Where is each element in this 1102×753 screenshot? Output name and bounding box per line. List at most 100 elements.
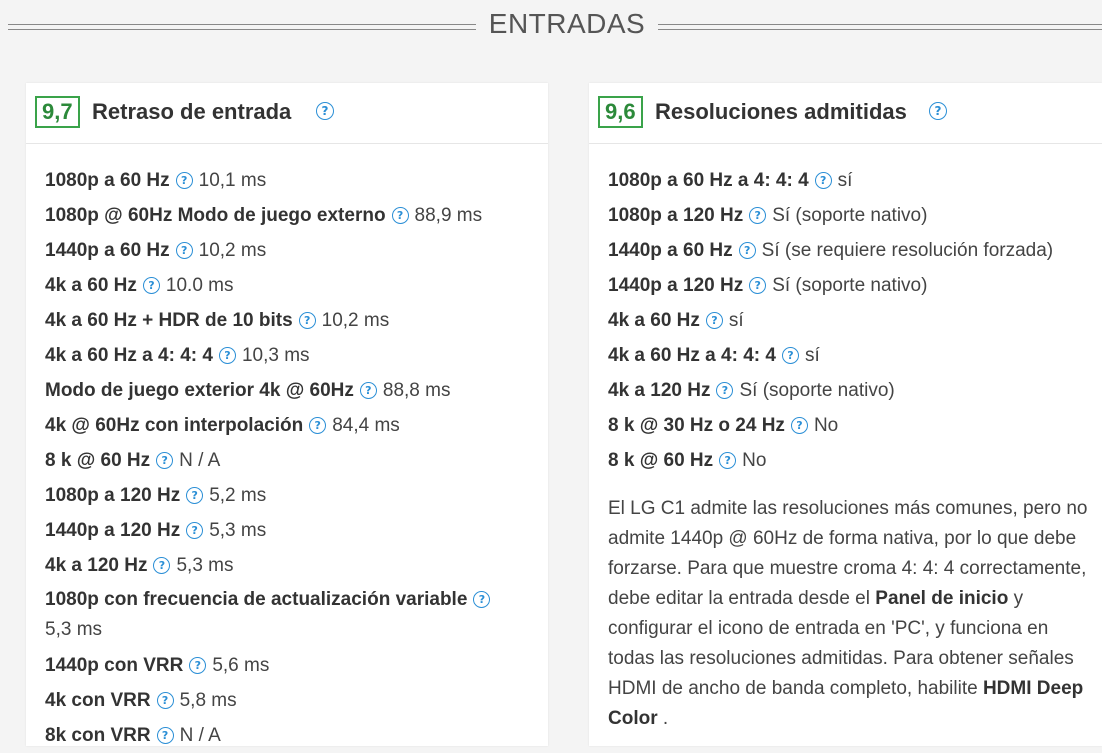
help-icon[interactable]: ? [309,417,327,434]
row-value: 5,8 ms [179,690,237,711]
card-title: Retraso de entrada [92,99,292,124]
help-icon[interactable]: ? [705,312,723,329]
help-icon[interactable]: ? [186,522,204,539]
help-icon[interactable]: ? [175,242,193,259]
list-item: 1080p con frecuencia de actualización va… [45,583,538,648]
row-label: 1440p con VRR [45,655,184,676]
help-icon[interactable]: ? [298,312,316,329]
list-item: 4k a 60 Hz? sí [608,303,1092,338]
row-label: 1080p @ 60Hz Modo de juego externo [45,205,386,226]
help-icon[interactable]: ? [359,382,377,399]
list-item: 4k @ 60Hz con interpolación? 84,4 ms [45,408,538,443]
row-value: 10,2 ms [321,310,390,331]
help-icon[interactable]: ? [719,452,737,469]
row-label: 1080p a 60 Hz a 4: 4: 4 [608,170,809,191]
row-label: 1080p a 120 Hz [45,485,181,506]
help-icon[interactable]: ? [156,727,174,744]
card-header: 9,7 Retraso de entrada ? [26,83,548,144]
row-value: Sí (soporte nativo) [772,205,928,226]
list-item: 1440p a 120 Hz? Sí (soporte nativo) [608,268,1092,303]
list-item: 1080p a 120 Hz? Sí (soporte nativo) [608,198,1092,233]
help-icon[interactable]: ? [175,172,193,189]
row-value: 5,3 ms [176,555,234,576]
help-icon[interactable]: ? [189,657,207,674]
row-label: 4k @ 60Hz con interpolación [45,415,304,436]
row-label: Modo de juego exterior 4k @ 60Hz [45,380,354,401]
list-item: 4k a 60 Hz a 4: 4: 4? 10,3 ms [45,338,538,373]
row-value: 5,3 ms [209,520,267,541]
row-value: 10.0 ms [165,275,234,296]
list-item: 4k a 60 Hz? 10.0 ms [45,268,538,303]
row-label: 8k con VRR [45,725,151,746]
score-badge: 9,7 [35,96,80,128]
help-icon[interactable]: ? [781,347,799,364]
help-icon[interactable]: ? [473,591,491,608]
list-item: 1080p a 120 Hz? 5,2 ms [45,478,538,513]
row-value: Sí (soporte nativo) [772,275,928,296]
row-label: 4k a 60 Hz [608,310,700,331]
help-icon[interactable]: ? [186,487,204,504]
row-label: 4k a 60 Hz + HDR de 10 bits [45,310,293,331]
resolutions-list: 1080p a 60 Hz a 4: 4: 4? sí 1080p a 120 H… [608,163,1092,478]
row-value: sí [804,345,820,366]
row-label: 1080p a 60 Hz [45,170,170,191]
help-icon[interactable]: ? [156,452,174,469]
row-label: 4k a 60 Hz [45,275,137,296]
list-item: 8 k @ 30 Hz o 24 Hz? No [608,408,1092,443]
row-label: 8 k @ 30 Hz o 24 Hz [608,415,785,436]
row-value: sí [837,170,853,191]
list-item: 8 k @ 60 Hz? No [608,443,1092,478]
row-label: 1440p a 120 Hz [608,275,744,296]
section-title: ENTRADAS [488,8,646,39]
help-icon[interactable]: ? [716,382,734,399]
row-value: 88,9 ms [414,205,483,226]
row-label: 4k a 120 Hz [608,380,711,401]
description-text: . [657,708,669,729]
help-icon[interactable]: ? [218,347,236,364]
list-item: 1440p con VRR? 5,6 ms [45,648,538,683]
help-icon[interactable]: ? [316,102,334,120]
help-icon[interactable]: ? [929,102,947,120]
input-lag-card: 9,7 Retraso de entrada ? 1080p a 60 Hz? 1… [26,83,548,746]
help-icon[interactable]: ? [814,172,832,189]
help-icon[interactable]: ? [391,207,409,224]
row-value: 88,8 ms [382,380,451,401]
divider-left [8,24,476,30]
list-item: 1080p a 60 Hz a 4: 4: 4? sí [608,163,1092,198]
list-item: 4k a 120 Hz? 5,3 ms [45,548,538,583]
row-value: 10,2 ms [198,240,267,261]
list-item: 1440p a 60 Hz? Sí (se requiere resolución… [608,233,1092,268]
supported-resolutions-card: 9,6 Resoluciones admitidas ? 1080p a 60 … [589,83,1102,746]
row-label: 4k con VRR [45,690,151,711]
row-value: sí [728,310,744,331]
row-label: 8 k @ 60 Hz [45,450,151,471]
row-value: 10,1 ms [198,170,267,191]
help-icon[interactable]: ? [153,557,171,574]
list-item: 8 k @ 60 Hz? N / A [45,443,538,478]
row-value: Sí (soporte nativo) [739,380,895,401]
row-label: 4k a 60 Hz a 4: 4: 4 [45,345,213,366]
description-bold: Panel de inicio [875,588,1009,609]
row-value: 84,4 ms [332,415,400,436]
row-label: 1440p a 60 Hz [608,240,733,261]
help-icon[interactable]: ? [738,242,756,259]
row-value: No [813,415,839,436]
help-icon[interactable]: ? [790,417,808,434]
row-label: 4k a 120 Hz [45,555,148,576]
row-value: 5,3 ms [45,619,103,640]
list-item: 1080p @ 60Hz Modo de juego externo? 88,9 … [45,198,538,233]
divider-right [658,24,1102,30]
row-label: 8 k @ 60 Hz [608,450,714,471]
list-item: 1440p a 120 Hz? 5,3 ms [45,513,538,548]
card-title: Resoluciones admitidas [655,99,907,124]
help-icon[interactable]: ? [749,207,767,224]
help-icon[interactable]: ? [749,277,767,294]
row-label: 1440p a 60 Hz [45,240,170,261]
help-icon[interactable]: ? [142,277,160,294]
help-icon[interactable]: ? [156,692,174,709]
row-value: N / A [179,725,221,746]
row-value: 10,3 ms [241,345,310,366]
list-item: 8k con VRR? N / A [45,718,538,753]
list-item: 4k a 120 Hz? Sí (soporte nativo) [608,373,1092,408]
section-header: ENTRADAS [0,0,1102,58]
